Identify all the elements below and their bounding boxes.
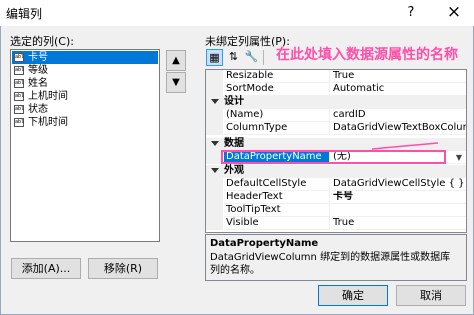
description-title: DataPropertyName	[210, 238, 319, 249]
property-row[interactable]: (Name) cardID	[206, 109, 466, 122]
property-value[interactable]: cardID	[331, 109, 466, 122]
list-item-label: 上机时间	[28, 91, 68, 102]
textbox-column-icon: abl	[14, 66, 25, 75]
property-row[interactable]: ToolTipText	[206, 204, 466, 217]
move-up-button[interactable]: ▲	[166, 50, 186, 71]
move-down-button[interactable]: ▼	[166, 72, 186, 93]
annotation-text: 在此处填入数据源属性的名称	[276, 47, 458, 63]
list-item-label: 姓名	[28, 78, 48, 89]
textbox-column-icon: abl	[14, 53, 25, 62]
property-value[interactable]: DataGridViewTextBoxColumn	[331, 122, 466, 135]
property-row[interactable]: HeaderText 卡号	[206, 191, 466, 204]
collapse-icon[interactable]	[211, 99, 219, 104]
property-value[interactable]: 卡号	[331, 191, 466, 204]
property-value[interactable]: DataGridViewCellStyle { }	[331, 178, 466, 191]
category-appearance[interactable]: 外观	[206, 165, 466, 178]
categorized-view-icon[interactable]: ▦	[206, 49, 223, 66]
category-title: 设计	[224, 96, 244, 107]
category-data[interactable]: 数据	[206, 138, 466, 151]
property-name: Resizable	[224, 70, 330, 83]
list-item-label: 卡号	[28, 52, 48, 63]
property-row[interactable]: DefaultCellStyle DataGridViewCellStyle {…	[206, 178, 466, 191]
list-item[interactable]: abl 上机时间	[12, 90, 158, 103]
arrow-up-icon: ▲	[172, 55, 180, 66]
list-item-label: 下机时间	[28, 117, 68, 128]
remove-column-button[interactable]: 移除(R)	[88, 258, 158, 279]
property-name: DataPropertyName	[224, 151, 330, 164]
category-design[interactable]: 设计	[206, 96, 466, 109]
property-value[interactable]: (无)	[331, 151, 466, 164]
property-value[interactable]	[331, 204, 466, 217]
help-button[interactable]: ?	[396, 0, 426, 26]
list-item[interactable]: abl 等级	[12, 64, 158, 77]
textbox-column-icon: abl	[14, 118, 25, 127]
property-name: HeaderText	[224, 191, 330, 204]
alphabetical-view-icon[interactable]: ⇅	[225, 49, 242, 66]
property-row[interactable]: Visible True	[206, 217, 466, 230]
textbox-column-icon: abl	[14, 105, 25, 114]
ok-button[interactable]: 确定	[318, 285, 388, 306]
collapse-icon[interactable]	[211, 168, 219, 173]
property-name: DefaultCellStyle	[224, 178, 330, 191]
description-text: DataGridViewColumn 绑定到的数据源属性或数据库列的名称。	[210, 252, 451, 276]
window-title: 编辑列	[6, 7, 43, 21]
close-button[interactable]: ×	[434, 0, 474, 26]
category-title: 数据	[224, 138, 244, 149]
dropdown-arrow-icon[interactable]: ▼	[452, 151, 466, 164]
property-grid[interactable]: Resizable True SortMode Automatic 设计 (Na…	[205, 69, 467, 233]
textbox-column-icon: abl	[14, 79, 25, 88]
property-value[interactable]: Automatic	[331, 83, 466, 96]
property-row[interactable]: Resizable True	[206, 70, 466, 83]
textbox-column-icon: abl	[14, 92, 25, 101]
list-item[interactable]: abl 卡号	[12, 51, 158, 64]
property-name: Visible	[224, 217, 330, 230]
title-bar: 编辑列 ? ×	[0, 0, 474, 26]
selected-columns-list[interactable]: abl 卡号 abl 等级 abl 姓名 abl 上机时间 abl 状态 abl…	[10, 49, 160, 242]
list-item[interactable]: abl 下机时间	[12, 116, 158, 129]
list-item[interactable]: abl 状态	[12, 103, 158, 116]
property-pages-icon[interactable]: 🔧	[243, 49, 260, 66]
property-value[interactable]: True	[331, 217, 466, 230]
arrow-down-icon: ▼	[172, 77, 180, 88]
property-row-selected[interactable]: DataPropertyName (无) ▼	[206, 151, 466, 164]
property-row[interactable]: SortMode Automatic	[206, 83, 466, 96]
toolbar-separator	[263, 50, 264, 65]
collapse-icon[interactable]	[211, 141, 219, 146]
list-item-label: 等级	[28, 65, 48, 76]
property-name: SortMode	[224, 83, 330, 96]
property-row[interactable]: ColumnType DataGridViewTextBoxColumn	[206, 122, 466, 135]
cancel-button[interactable]: 取消	[396, 285, 466, 306]
property-name: ToolTipText	[224, 204, 330, 217]
property-description-panel: DataPropertyName DataGridViewColumn 绑定到的…	[205, 234, 467, 281]
property-value[interactable]: True	[331, 70, 466, 83]
property-name: ColumnType	[224, 122, 330, 135]
property-name: (Name)	[224, 109, 330, 122]
list-item[interactable]: abl 姓名	[12, 77, 158, 90]
add-column-button[interactable]: 添加(A)...	[11, 258, 81, 279]
list-item-label: 状态	[28, 104, 48, 115]
category-title: 外观	[224, 165, 244, 176]
selected-columns-label: 选定的列(C):	[10, 35, 74, 48]
